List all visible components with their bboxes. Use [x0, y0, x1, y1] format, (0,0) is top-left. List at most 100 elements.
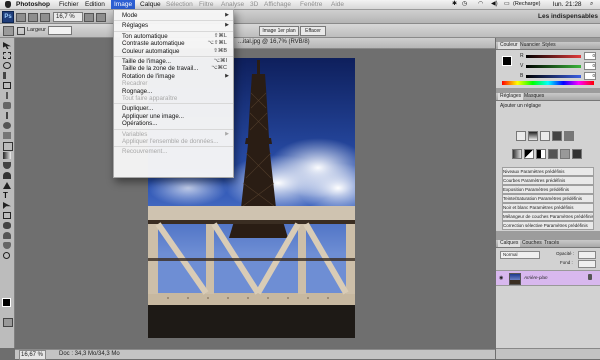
foreground-color-swatch[interactable] [2, 298, 11, 307]
status-zoom-field[interactable]: 16,67 % [19, 350, 46, 360]
color-ramp[interactable] [502, 81, 594, 85]
preset-exposition[interactable]: Exposition Paramètres prédéfinis [502, 185, 594, 194]
pen-tool-icon[interactable] [3, 182, 11, 189]
color-balance-icon[interactable] [524, 149, 534, 159]
red-value[interactable]: 0 [584, 52, 596, 60]
spotlight-icon[interactable]: ⌕ [590, 0, 593, 9]
preset-correction-selective[interactable]: Correction sélective Paramètres prédéfin… [502, 221, 594, 230]
fill-field[interactable] [578, 260, 596, 268]
menu-item-reglages[interactable]: Réglages ▶ [114, 22, 233, 29]
menu-3d[interactable]: 3D [250, 0, 258, 9]
layer-row-background[interactable]: ◉ Arrière-plan [496, 270, 600, 286]
preset-courbes[interactable]: Courbes Paramètres prédéfinis [502, 176, 594, 185]
blue-slider[interactable] [526, 75, 581, 78]
time-machine-icon[interactable]: ◷ [462, 0, 467, 9]
curves-icon[interactable] [540, 131, 550, 141]
volume-icon[interactable]: ◀) [491, 0, 498, 9]
quick-mask-icon[interactable] [3, 318, 13, 327]
lasso-tool-icon[interactable] [3, 62, 11, 69]
quick-selection-tool-icon[interactable] [3, 72, 6, 79]
tab-couches[interactable]: Couches [520, 240, 544, 247]
preset-noir-blanc[interactable]: Noir et blanc Paramètres prédéfinis [502, 203, 594, 212]
clear-button[interactable]: Effacer [300, 26, 326, 36]
brush-tool-icon[interactable] [6, 112, 8, 119]
gradient-tool-icon[interactable] [3, 152, 11, 159]
vibrance-icon[interactable] [564, 131, 574, 141]
history-brush-tool-icon[interactable] [3, 132, 11, 139]
width-field[interactable] [48, 26, 72, 35]
menu-analyse[interactable]: Analyse [221, 0, 244, 9]
bluetooth-icon[interactable]: ✱ [452, 0, 457, 9]
menu-item-ton-automatique[interactable]: Ton automatique ⇧⌘L [114, 33, 233, 40]
crop-tool-icon[interactable] [3, 82, 11, 89]
hand-zoom-icon[interactable] [40, 13, 50, 22]
healing-brush-tool-icon[interactable] [3, 102, 11, 109]
menu-edition[interactable]: Edition [85, 0, 105, 9]
path-selection-tool-icon[interactable] [3, 202, 11, 209]
apple-icon[interactable] [5, 1, 11, 8]
exposure-icon[interactable] [552, 131, 562, 141]
tab-styles[interactable]: Styles [540, 42, 558, 49]
menu-affichage[interactable]: Affichage [264, 0, 291, 9]
black-white-icon[interactable] [536, 149, 546, 159]
preset-teinte-saturation[interactable]: Teinte/Saturation Paramètres prédéfinis [502, 194, 594, 203]
red-slider[interactable] [526, 55, 581, 58]
selection-mode-icon[interactable] [17, 27, 25, 35]
zoom-tool-icon[interactable] [3, 252, 10, 259]
tab-nuancier[interactable]: Nuancier [518, 42, 542, 49]
3d-camera-tool-icon[interactable] [3, 232, 11, 239]
dodge-tool-icon[interactable] [3, 172, 11, 179]
green-slider[interactable] [526, 65, 581, 68]
photo-filter-icon[interactable] [548, 149, 558, 159]
shape-tool-icon[interactable] [3, 212, 11, 219]
menu-item-rotation-de-l-image[interactable]: Rotation de l'image ▶ [114, 73, 233, 80]
levels-icon[interactable] [528, 131, 538, 141]
3d-rotate-tool-icon[interactable] [3, 222, 11, 229]
front-image-button[interactable]: Image 1er plan [259, 26, 299, 36]
marquee-tool-icon[interactable] [3, 52, 11, 59]
blue-value[interactable]: 0 [584, 72, 596, 80]
battery-icon[interactable]: ▭ [504, 0, 510, 9]
wifi-icon[interactable]: ◠ [478, 0, 483, 9]
workspace-switcher[interactable]: Les indispensables [538, 13, 598, 20]
tab-traces[interactable]: Tracés [542, 240, 561, 247]
menu-aide[interactable]: Aide [331, 0, 344, 9]
menu-item-operations[interactable]: Opérations... [114, 120, 233, 127]
foreground-color[interactable] [502, 56, 512, 66]
zoom-level-field[interactable]: 16,7 % [53, 12, 83, 22]
eraser-tool-icon[interactable] [3, 142, 13, 151]
eyedropper-tool-icon[interactable] [6, 92, 8, 99]
menu-filtre[interactable]: Filtre [199, 0, 213, 9]
tab-couleur[interactable]: Couleur [498, 42, 520, 49]
menu-image[interactable]: Image [111, 0, 136, 9]
layer-name[interactable]: Arrière-plan [524, 275, 548, 280]
menu-item-dupliquer[interactable]: Dupliquer... [114, 105, 233, 112]
menu-fichier[interactable]: Fichier [59, 0, 79, 9]
preset-niveaux[interactable]: Niveaux Paramètres prédéfinis [502, 167, 594, 176]
menu-app-name[interactable]: Photoshop [16, 0, 50, 9]
visibility-eye-icon[interactable]: ◉ [499, 275, 503, 281]
grid-icon[interactable] [84, 13, 94, 22]
menu-item-rognage[interactable]: Rognage... [114, 88, 233, 95]
tab-reglages[interactable]: Réglages [498, 93, 524, 100]
menu-item-appliquer-une-image[interactable]: Appliquer une image... [114, 113, 233, 120]
bridge-icon[interactable] [16, 13, 26, 22]
clock[interactable]: lun. 21:28 [553, 0, 582, 9]
brightness-icon[interactable] [516, 131, 526, 141]
hue-saturation-icon[interactable] [512, 149, 522, 159]
menu-selection[interactable]: Sélection [166, 0, 193, 9]
channel-mixer-icon[interactable] [560, 149, 570, 159]
type-tool-icon[interactable]: T [3, 192, 11, 200]
arrange-documents-icon[interactable] [96, 13, 106, 22]
move-tool-icon[interactable] [3, 42, 11, 49]
menu-item-contraste-automatique[interactable]: Contraste automatique ⌥⇧⌘L [114, 40, 233, 47]
invert-icon[interactable] [572, 149, 582, 159]
tab-masques[interactable]: Masques [522, 93, 546, 100]
clone-stamp-tool-icon[interactable] [3, 122, 11, 129]
tool-preset-icon[interactable] [3, 26, 14, 36]
opacity-field[interactable] [578, 251, 596, 259]
blend-mode-select[interactable]: Normal [500, 251, 540, 259]
menu-fenetre[interactable]: Fenêtre [300, 0, 322, 9]
mini-bridge-icon[interactable] [28, 13, 38, 22]
tab-calques[interactable]: Calques [498, 240, 521, 247]
